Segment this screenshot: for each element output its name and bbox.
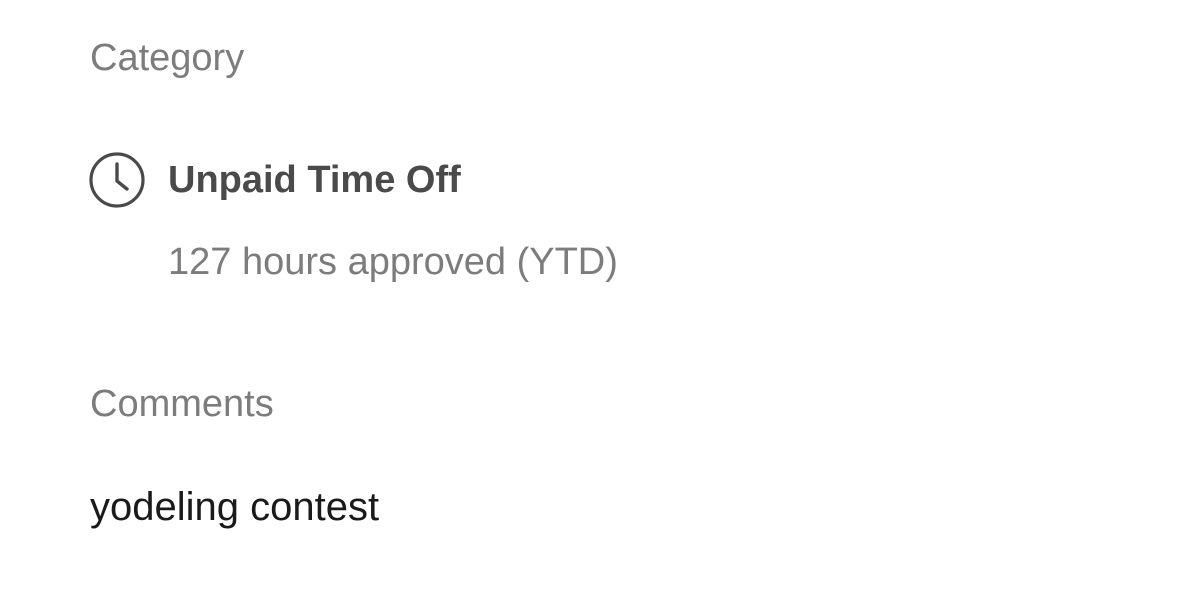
category-row: Unpaid Time Off [88, 150, 461, 210]
clock-icon [88, 151, 146, 209]
category-approved-hours: 127 hours approved (YTD) [168, 241, 618, 283]
comment-text: yodeling contest [90, 485, 380, 529]
category-heading: Category [90, 37, 245, 79]
comments-heading: Comments [90, 383, 274, 425]
category-name: Unpaid Time Off [168, 159, 461, 201]
